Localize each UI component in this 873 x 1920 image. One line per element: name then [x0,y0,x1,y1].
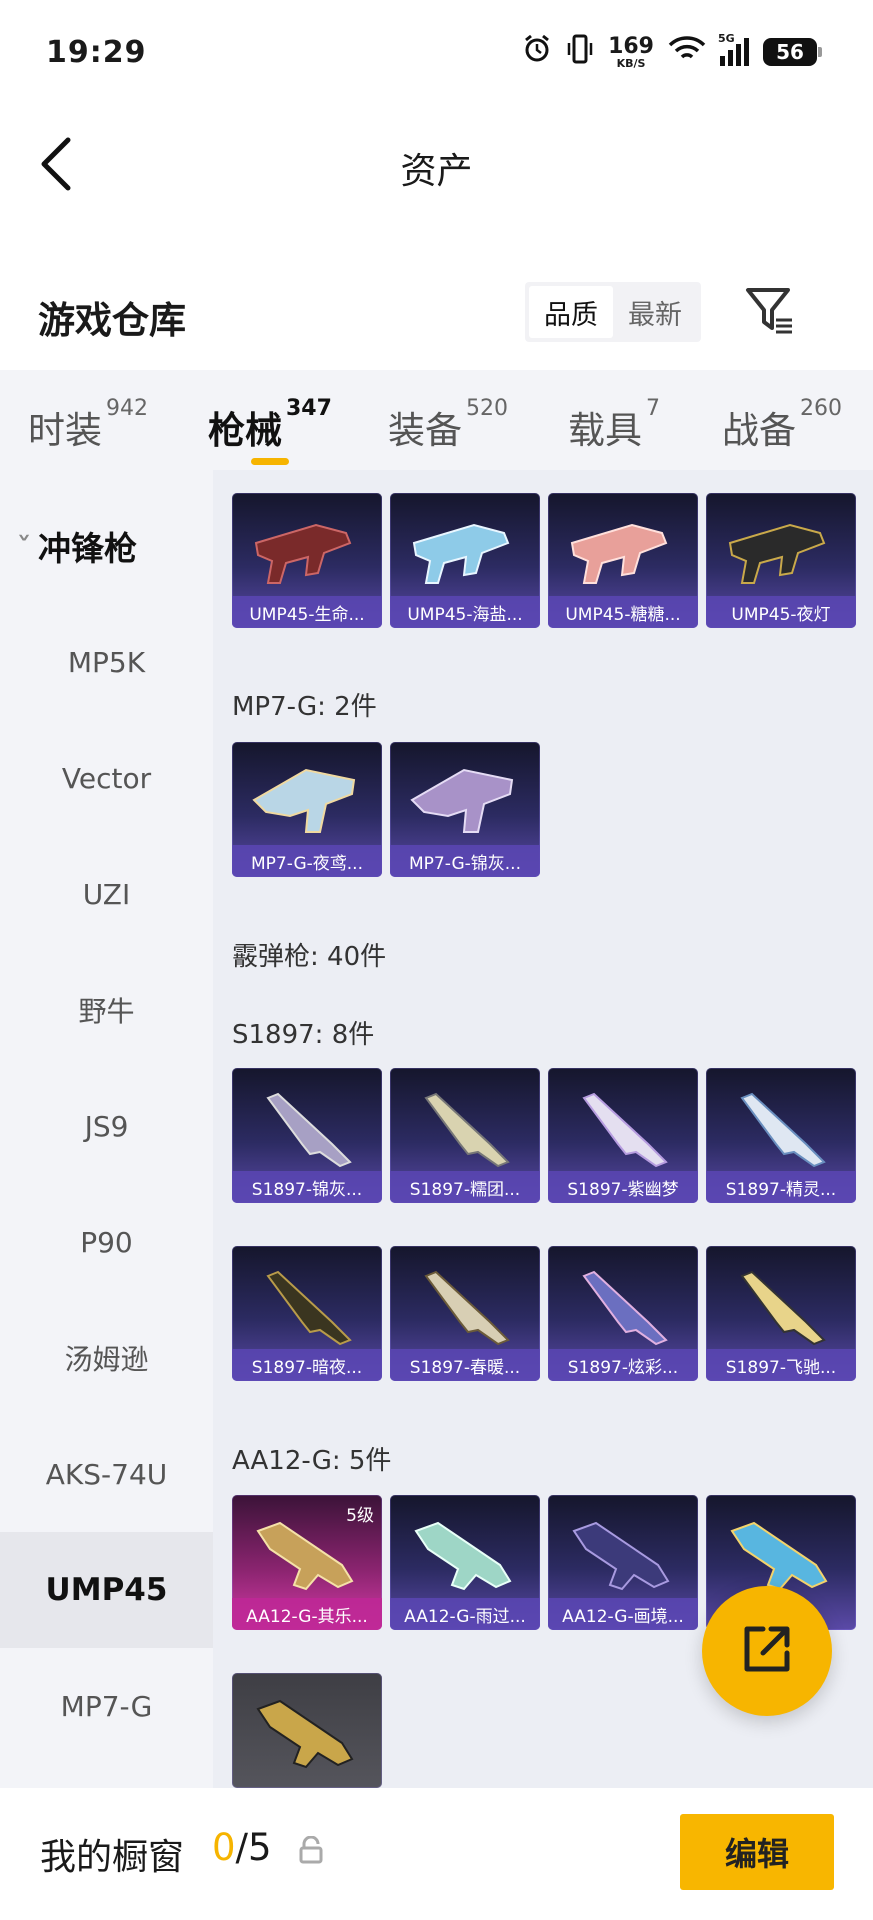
tab-vehicles[interactable]: 载具7 [568,396,660,454]
item-card[interactable]: AA12-G-画境... [548,1495,698,1630]
share-button[interactable] [702,1586,832,1716]
item-card[interactable] [232,1673,382,1788]
item-card[interactable]: S1897-精灵... [706,1068,856,1203]
net-speed: 169 KB/S [608,33,654,70]
item-card[interactable]: S1897-暗夜... [232,1246,382,1381]
shotgun-skin-image [740,1092,826,1168]
item-card[interactable]: AA12-G-雨过... [390,1495,540,1630]
sidebar-item-aks74u[interactable]: AKS-74U [0,1416,213,1532]
sidebar-item-thompson[interactable]: 汤姆逊 [0,1300,213,1416]
sort-quality-button[interactable]: 品质 [529,286,613,338]
tab-battle-supplies[interactable]: 战备260 [722,396,842,454]
shotgun-skin-image [414,1521,512,1591]
section-header-shotgun: 霰弹枪: 40件 [232,942,387,972]
sort-toggle: 品质 最新 [525,282,701,342]
smg-skin-image [728,523,826,584]
smg-skin-image [410,768,514,833]
status-icons: 169 KB/S 5G 56 [522,32,822,71]
section-header-aa12g: AA12-G: 5件 [232,1446,392,1476]
item-card[interactable]: S1897-糯团... [390,1068,540,1203]
page-title: 资产 [400,151,473,192]
share-external-icon [739,1621,795,1681]
sidebar-item-p90[interactable]: P90 [0,1184,213,1300]
level-badge: 5级 [346,1506,374,1526]
chevron-down-icon: ˅ [16,532,32,560]
shotgun-skin-image [266,1270,352,1346]
smg-skin-image [254,523,352,584]
alarm-icon [522,34,552,71]
shotgun-skin-image [740,1270,826,1346]
smg-skin-image [570,523,668,584]
lock-icon [298,1835,324,1864]
item-card[interactable]: S1897-春暖... [390,1246,540,1381]
sidebar-item-bizon[interactable]: 野牛 [0,952,213,1068]
sidebar-item-ump45[interactable]: UMP45 [0,1532,213,1648]
smg-skin-image [412,523,510,584]
sidebar-item-uzi[interactable]: UZI [0,836,213,952]
showcase-label: 我的橱窗 [40,1837,185,1878]
item-card[interactable]: MP7-G-锦灰... [390,742,540,877]
filter-icon[interactable] [744,284,796,336]
warehouse-title: 游戏仓库 [38,299,186,342]
sidebar-item-mp7g[interactable]: MP7-G [0,1648,213,1764]
item-card[interactable]: UMP45-糖糖... [548,493,698,628]
item-card[interactable]: S1897-锦灰... [232,1068,382,1203]
tab-equipment[interactable]: 装备520 [388,396,508,454]
section-header-s1897: S1897: 8件 [232,1020,375,1050]
item-card[interactable]: S1897-飞驰... [706,1246,856,1381]
sidebar-group-smg[interactable]: ˅ 冲锋枪 [0,488,213,604]
edit-button[interactable]: 编辑 [680,1814,834,1890]
item-card[interactable]: UMP45-生命... [232,493,382,628]
item-card[interactable]: S1897-紫幽梦 [548,1068,698,1203]
warehouse-header: 游戏仓库 品质 最新 [0,270,873,370]
wifi-icon [668,35,706,70]
shotgun-skin-image [256,1699,354,1769]
shotgun-skin-image [572,1521,670,1591]
shotgun-skin-image [424,1270,510,1346]
item-card[interactable]: S1897-炫彩... [548,1246,698,1381]
item-card[interactable]: 5级 AA12-G-其乐... [232,1495,382,1630]
smg-skin-image [252,768,356,833]
signal-icon: 5G [718,32,749,66]
item-card[interactable]: UMP45-夜灯 [706,493,856,628]
sort-latest-button[interactable]: 最新 [613,286,697,338]
showcase-bar: 我的橱窗 0/5 编辑 [0,1788,873,1920]
app-header: 资产 [0,104,873,224]
sidebar-item-vector[interactable]: Vector [0,720,213,836]
shotgun-skin-image [424,1092,510,1168]
active-tab-indicator [251,458,289,465]
showcase-count: 0/5 [212,1826,272,1869]
shotgun-skin-image [582,1270,668,1346]
vibrate-icon [566,34,594,71]
sidebar-item-mp5k[interactable]: MP5K [0,604,213,720]
sidebar-item-js9[interactable]: JS9 [0,1068,213,1184]
tab-fashion[interactable]: 时装942 [28,396,148,454]
category-tabs: 时装942 枪械347 装备520 载具7 战备260 [0,370,873,470]
weapon-type-sidebar: ˅ 冲锋枪 MP5K Vector UZI 野牛 JS9 P90 汤姆逊 AKS-… [0,470,213,1788]
battery-icon: 56 [763,38,822,66]
shotgun-skin-image [582,1092,668,1168]
shotgun-skin-image [266,1092,352,1168]
shotgun-skin-image [730,1521,828,1591]
item-card[interactable]: UMP45-海盐... [390,493,540,628]
status-bar: 19:29 169 KB/S 5G 56 [0,0,873,104]
status-time: 19:29 [46,34,147,70]
item-card[interactable]: MP7-G-夜鸢... [232,742,382,877]
section-header-mp7g: MP7-G: 2件 [232,692,377,722]
tab-firearms[interactable]: 枪械347 [208,396,332,454]
